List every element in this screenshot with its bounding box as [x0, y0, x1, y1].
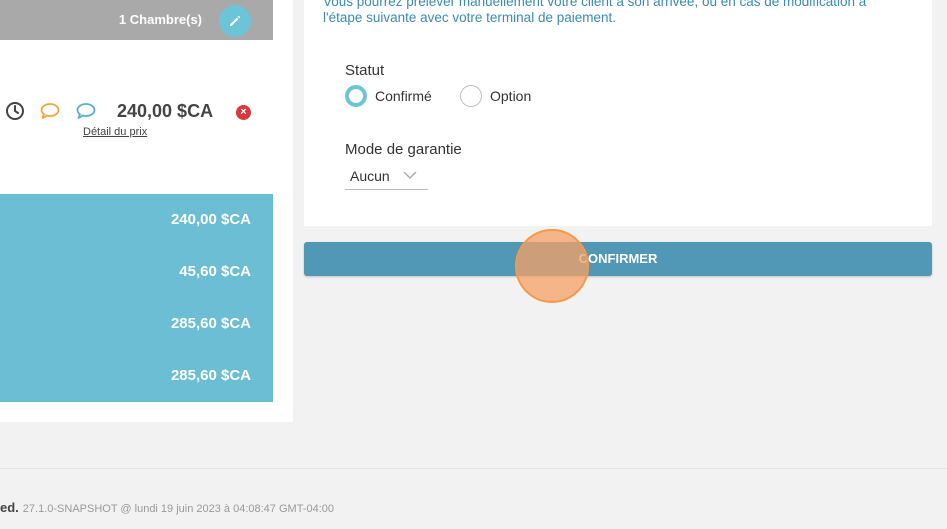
total-value: 285,60 $CA: [170, 367, 251, 384]
radio-label: Option: [490, 88, 532, 104]
price-detail-link[interactable]: Détail du prix: [83, 126, 147, 138]
footer-version: 27.1.0-SNAPSHOT @ lundi 19 juin 2023 à 0…: [22, 503, 334, 515]
guarantee-select[interactable]: Aucun: [345, 164, 428, 190]
room-count: 1 Chambre(s): [118, 12, 202, 27]
guarantee-value: Aucun: [350, 168, 390, 184]
payment-info-text: Vous pourrez prélever manuellement votre…: [323, 0, 923, 26]
footer-rights-text: ed.: [0, 500, 19, 515]
radio-label: Confirmé: [375, 88, 432, 104]
footer: ed. 27.1.0-SNAPSHOT @ lundi 19 juin 2023 …: [0, 499, 334, 519]
pencil-icon: [230, 15, 241, 26]
total-value: 240,00 $CA: [170, 211, 251, 228]
status-radio-group: Confirmé Option: [345, 85, 745, 107]
total-value: 45,60 $CA: [179, 263, 251, 280]
room-summary-panel: 1 Chambre(s) 240,00 $CA × Détail du prix…: [0, 0, 293, 422]
guarantee-label: Mode de garantie: [345, 141, 462, 158]
total-value: 285,60 $CA: [170, 315, 251, 332]
info-line: l'étape suivante avec votre terminal de …: [323, 10, 616, 25]
chevron-down-icon: [403, 171, 417, 179]
totals-box: 240,00 $CA 45,60 $CA 285,60 $CA 285,60 $…: [0, 194, 273, 402]
footer-divider: [0, 468, 947, 469]
chat-bubble-icon[interactable]: [40, 102, 60, 120]
status-option-radio[interactable]: [460, 85, 482, 107]
chat-bubble-icon[interactable]: [76, 102, 96, 120]
status-confirmed-radio[interactable]: [345, 85, 367, 107]
close-icon[interactable]: ×: [236, 105, 251, 120]
status-label: Statut: [345, 62, 385, 79]
room-header: 1 Chambre(s): [0, 0, 273, 40]
payment-card: Vous pourrez prélever manuellement votre…: [304, 0, 932, 226]
edit-room-button[interactable]: [219, 5, 251, 37]
info-line: Vous pourrez prélever manuellement votre…: [323, 0, 867, 9]
room-price: 240,00 $CA: [117, 101, 214, 121]
confirm-button[interactable]: CONFIRMER: [304, 242, 932, 276]
clock-icon[interactable]: [5, 101, 25, 121]
